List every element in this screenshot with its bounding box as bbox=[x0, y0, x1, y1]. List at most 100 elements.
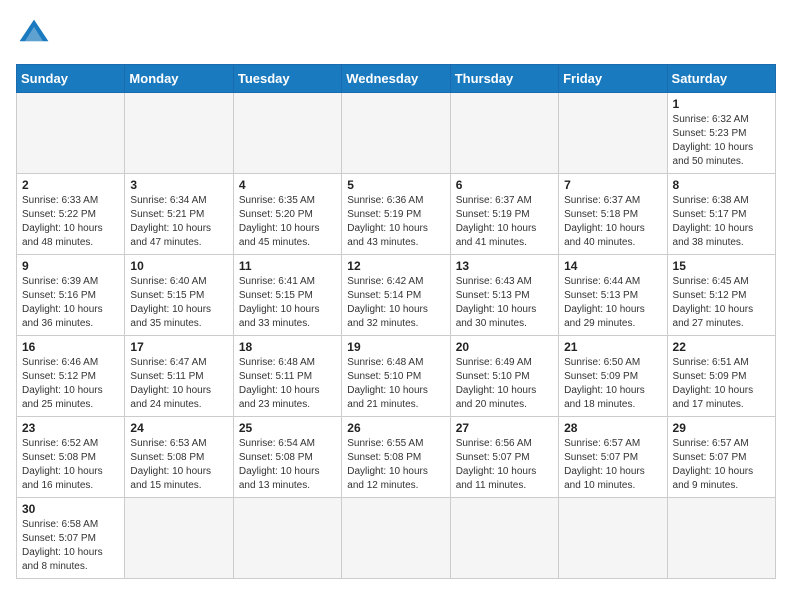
calendar-cell: 1Sunrise: 6:32 AMSunset: 5:23 PMDaylight… bbox=[667, 93, 775, 174]
day-number: 27 bbox=[456, 421, 553, 435]
calendar-cell: 4 Sunrise: 6:35 AMSunset: 5:20 PMDaylight… bbox=[233, 174, 341, 255]
calendar-cell: 15 Sunrise: 6:45 AMSunset: 5:12 PMDayligh… bbox=[667, 255, 775, 336]
day-number: 26 bbox=[347, 421, 444, 435]
day-number: 3 bbox=[130, 178, 227, 192]
calendar-cell: 16 Sunrise: 6:46 AMSunset: 5:12 PMDayligh… bbox=[17, 336, 125, 417]
day-info: Sunrise: 6:46 AMSunset: 5:12 PMDaylight:… bbox=[22, 356, 119, 412]
calendar-cell: 18Sunrise: 6:48 AMSunset: 5:11 PMDayligh… bbox=[233, 336, 341, 417]
day-number: 15 bbox=[673, 259, 770, 273]
day-info: Sunrise: 6:34 AMSunset: 5:21 PMDaylight:… bbox=[130, 194, 227, 250]
calendar-cell bbox=[450, 498, 558, 579]
calendar-cell: 8Sunrise: 6:38 AMSunset: 5:17 PMDaylight… bbox=[667, 174, 775, 255]
calendar-row: 2Sunrise: 6:33 AMSunset: 5:22 PMDaylight… bbox=[17, 174, 776, 255]
day-number: 5 bbox=[347, 178, 444, 192]
day-number: 14 bbox=[564, 259, 661, 273]
weekday-header-row: SundayMondayTuesdayWednesdayThursdayFrid… bbox=[17, 65, 776, 93]
calendar-cell: 27Sunrise: 6:56 AMSunset: 5:07 PMDayligh… bbox=[450, 417, 558, 498]
calendar-cell: 22Sunrise: 6:51 AMSunset: 5:09 PMDayligh… bbox=[667, 336, 775, 417]
day-info: Sunrise: 6:40 AMSunset: 5:15 PMDaylight:… bbox=[130, 275, 227, 331]
day-number: 22 bbox=[673, 340, 770, 354]
calendar-cell bbox=[125, 498, 233, 579]
day-number: 25 bbox=[239, 421, 336, 435]
day-number: 24 bbox=[130, 421, 227, 435]
day-number: 10 bbox=[130, 259, 227, 273]
day-number: 17 bbox=[130, 340, 227, 354]
calendar-cell: 10 Sunrise: 6:40 AMSunset: 5:15 PMDayligh… bbox=[125, 255, 233, 336]
day-number: 9 bbox=[22, 259, 119, 273]
calendar-cell bbox=[125, 93, 233, 174]
day-number: 30 bbox=[22, 502, 119, 516]
day-info: Sunrise: 6:36 AMSunset: 5:19 PMDaylight:… bbox=[347, 194, 444, 250]
calendar-cell: 28 Sunrise: 6:57 AMSunset: 5:07 PMDayligh… bbox=[559, 417, 667, 498]
calendar-table: SundayMondayTuesdayWednesdayThursdayFrid… bbox=[16, 64, 776, 579]
day-info: Sunrise: 6:39 AMSunset: 5:16 PMDaylight:… bbox=[22, 275, 119, 331]
calendar-row: 9 Sunrise: 6:39 AMSunset: 5:16 PMDaylight… bbox=[17, 255, 776, 336]
day-number: 8 bbox=[673, 178, 770, 192]
day-info: Sunrise: 6:44 AMSunset: 5:13 PMDaylight:… bbox=[564, 275, 661, 331]
calendar-cell: 5 Sunrise: 6:36 AMSunset: 5:19 PMDaylight… bbox=[342, 174, 450, 255]
day-number: 12 bbox=[347, 259, 444, 273]
calendar-cell: 25 Sunrise: 6:54 AMSunset: 5:08 PMDayligh… bbox=[233, 417, 341, 498]
day-number: 7 bbox=[564, 178, 661, 192]
day-info: Sunrise: 6:43 AMSunset: 5:13 PMDaylight:… bbox=[456, 275, 553, 331]
logo-icon bbox=[16, 16, 52, 52]
calendar-row: 30 Sunrise: 6:58 AMSunset: 5:07 PMDayligh… bbox=[17, 498, 776, 579]
calendar-cell: 12Sunrise: 6:42 AMSunset: 5:14 PMDayligh… bbox=[342, 255, 450, 336]
weekday-header-friday: Friday bbox=[559, 65, 667, 93]
calendar-row: 16 Sunrise: 6:46 AMSunset: 5:12 PMDayligh… bbox=[17, 336, 776, 417]
day-info: Sunrise: 6:47 AMSunset: 5:11 PMDaylight:… bbox=[130, 356, 227, 412]
calendar-cell bbox=[450, 93, 558, 174]
calendar-cell bbox=[233, 93, 341, 174]
weekday-header-wednesday: Wednesday bbox=[342, 65, 450, 93]
calendar-cell: 3 Sunrise: 6:34 AMSunset: 5:21 PMDaylight… bbox=[125, 174, 233, 255]
day-info: Sunrise: 6:45 AMSunset: 5:12 PMDaylight:… bbox=[673, 275, 770, 331]
calendar-cell bbox=[342, 93, 450, 174]
day-info: Sunrise: 6:58 AMSunset: 5:07 PMDaylight:… bbox=[22, 518, 119, 574]
day-number: 13 bbox=[456, 259, 553, 273]
calendar-cell: 23Sunrise: 6:52 AMSunset: 5:08 PMDayligh… bbox=[17, 417, 125, 498]
calendar-cell: 30 Sunrise: 6:58 AMSunset: 5:07 PMDayligh… bbox=[17, 498, 125, 579]
calendar-cell bbox=[559, 498, 667, 579]
weekday-header-tuesday: Tuesday bbox=[233, 65, 341, 93]
calendar-cell bbox=[233, 498, 341, 579]
calendar-cell: 14 Sunrise: 6:44 AMSunset: 5:13 PMDayligh… bbox=[559, 255, 667, 336]
day-info: Sunrise: 6:54 AMSunset: 5:08 PMDaylight:… bbox=[239, 437, 336, 493]
calendar-cell: 7 Sunrise: 6:37 AMSunset: 5:18 PMDaylight… bbox=[559, 174, 667, 255]
day-number: 2 bbox=[22, 178, 119, 192]
weekday-header-monday: Monday bbox=[125, 65, 233, 93]
day-info: Sunrise: 6:32 AMSunset: 5:23 PMDaylight:… bbox=[673, 113, 770, 169]
calendar-cell: 2Sunrise: 6:33 AMSunset: 5:22 PMDaylight… bbox=[17, 174, 125, 255]
calendar-cell bbox=[17, 93, 125, 174]
day-info: Sunrise: 6:48 AMSunset: 5:10 PMDaylight:… bbox=[347, 356, 444, 412]
calendar-cell: 6Sunrise: 6:37 AMSunset: 5:19 PMDaylight… bbox=[450, 174, 558, 255]
logo bbox=[16, 16, 58, 52]
calendar-cell bbox=[667, 498, 775, 579]
calendar-cell: 17 Sunrise: 6:47 AMSunset: 5:11 PMDayligh… bbox=[125, 336, 233, 417]
weekday-header-sunday: Sunday bbox=[17, 65, 125, 93]
day-info: Sunrise: 6:37 AMSunset: 5:19 PMDaylight:… bbox=[456, 194, 553, 250]
day-info: Sunrise: 6:57 AMSunset: 5:07 PMDaylight:… bbox=[673, 437, 770, 493]
day-info: Sunrise: 6:53 AMSunset: 5:08 PMDaylight:… bbox=[130, 437, 227, 493]
calendar-cell: 20Sunrise: 6:49 AMSunset: 5:10 PMDayligh… bbox=[450, 336, 558, 417]
day-number: 16 bbox=[22, 340, 119, 354]
calendar-row: 23Sunrise: 6:52 AMSunset: 5:08 PMDayligh… bbox=[17, 417, 776, 498]
day-number: 4 bbox=[239, 178, 336, 192]
day-number: 19 bbox=[347, 340, 444, 354]
calendar-cell: 13 Sunrise: 6:43 AMSunset: 5:13 PMDayligh… bbox=[450, 255, 558, 336]
day-info: Sunrise: 6:49 AMSunset: 5:10 PMDaylight:… bbox=[456, 356, 553, 412]
day-info: Sunrise: 6:57 AMSunset: 5:07 PMDaylight:… bbox=[564, 437, 661, 493]
day-info: Sunrise: 6:48 AMSunset: 5:11 PMDaylight:… bbox=[239, 356, 336, 412]
calendar-cell: 29Sunrise: 6:57 AMSunset: 5:07 PMDayligh… bbox=[667, 417, 775, 498]
day-info: Sunrise: 6:52 AMSunset: 5:08 PMDaylight:… bbox=[22, 437, 119, 493]
day-number: 28 bbox=[564, 421, 661, 435]
day-info: Sunrise: 6:41 AMSunset: 5:15 PMDaylight:… bbox=[239, 275, 336, 331]
calendar-row: 1Sunrise: 6:32 AMSunset: 5:23 PMDaylight… bbox=[17, 93, 776, 174]
day-number: 11 bbox=[239, 259, 336, 273]
calendar-cell: 24 Sunrise: 6:53 AMSunset: 5:08 PMDayligh… bbox=[125, 417, 233, 498]
day-info: Sunrise: 6:50 AMSunset: 5:09 PMDaylight:… bbox=[564, 356, 661, 412]
day-info: Sunrise: 6:37 AMSunset: 5:18 PMDaylight:… bbox=[564, 194, 661, 250]
weekday-header-thursday: Thursday bbox=[450, 65, 558, 93]
calendar-cell bbox=[342, 498, 450, 579]
day-info: Sunrise: 6:35 AMSunset: 5:20 PMDaylight:… bbox=[239, 194, 336, 250]
day-number: 21 bbox=[564, 340, 661, 354]
